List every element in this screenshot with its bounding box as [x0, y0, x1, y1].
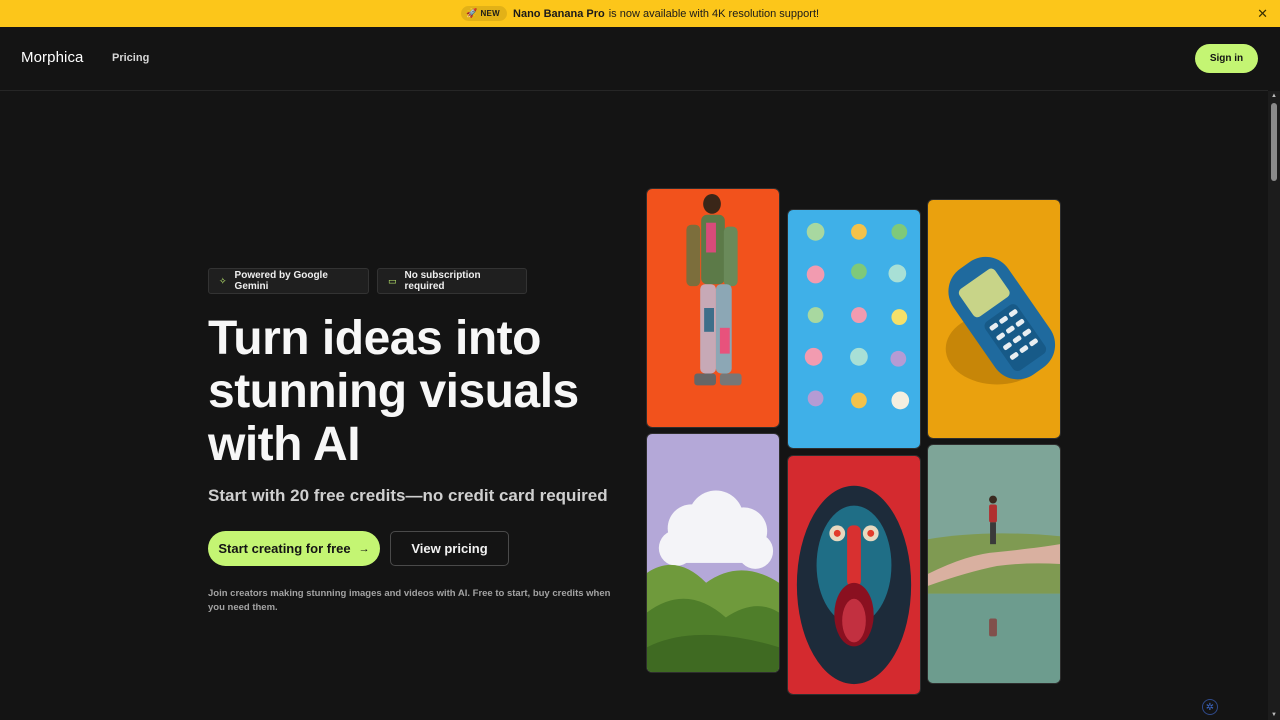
gallery-reflection-path-image [927, 444, 1061, 684]
gallery-mandrill-image [787, 455, 921, 695]
badge-powered-by-gemini: ✧ Powered by Google Gemini [208, 268, 369, 294]
start-creating-button[interactable]: Start creating for free → [208, 531, 380, 566]
scrollbar-thumb[interactable] [1271, 103, 1277, 181]
banner-message: is now available with 4K resolution supp… [608, 7, 820, 20]
arrow-right-icon: → [358, 542, 370, 555]
new-badge: 🚀 NEW [460, 6, 508, 21]
sign-in-button[interactable]: Sign in [1195, 44, 1258, 73]
badge-label: Powered by Google Gemini [234, 270, 328, 292]
gallery-macarons-image [787, 209, 921, 449]
new-badge-label: NEW [480, 9, 501, 18]
badge-no-subscription: ▭ No subscription required [377, 268, 527, 294]
gallery-retro-phone-image [927, 199, 1061, 439]
top-nav: Morphica Pricing Sign in [0, 27, 1268, 91]
announcement-banner: 🚀 NEW Nano Banana Pro is now available w… [0, 0, 1280, 27]
close-icon[interactable]: ✕ [1257, 6, 1268, 22]
badge-label: No subscription required [404, 270, 481, 292]
rocket-icon: 🚀 [465, 8, 478, 18]
sparkle-icon: ✧ [219, 275, 227, 286]
view-pricing-button[interactable]: View pricing [390, 531, 509, 566]
card-icon: ▭ [388, 275, 397, 286]
start-creating-label: Start creating for free [218, 541, 351, 556]
help-widget-icon[interactable]: ✲ [1202, 699, 1218, 715]
gallery-fashion-model-image [646, 188, 780, 428]
hero-subheadline: Start with 20 free credits—no credit car… [208, 486, 608, 505]
scroll-up-icon[interactable]: ▲ [1271, 93, 1277, 99]
page-scrollbar[interactable]: ▲ ▼ [1268, 91, 1280, 720]
hero-headline: Turn ideas into stunning visuals with AI [208, 312, 579, 471]
nav-pricing-link[interactable]: Pricing [112, 52, 149, 64]
hero-footnote: Join creators making stunning images and… [208, 588, 611, 613]
gallery-cloud-hills-image [646, 433, 780, 673]
logo[interactable]: Morphica [21, 49, 84, 66]
banner-product: Nano Banana Pro [513, 7, 605, 20]
scroll-down-icon[interactable]: ▼ [1271, 712, 1277, 718]
